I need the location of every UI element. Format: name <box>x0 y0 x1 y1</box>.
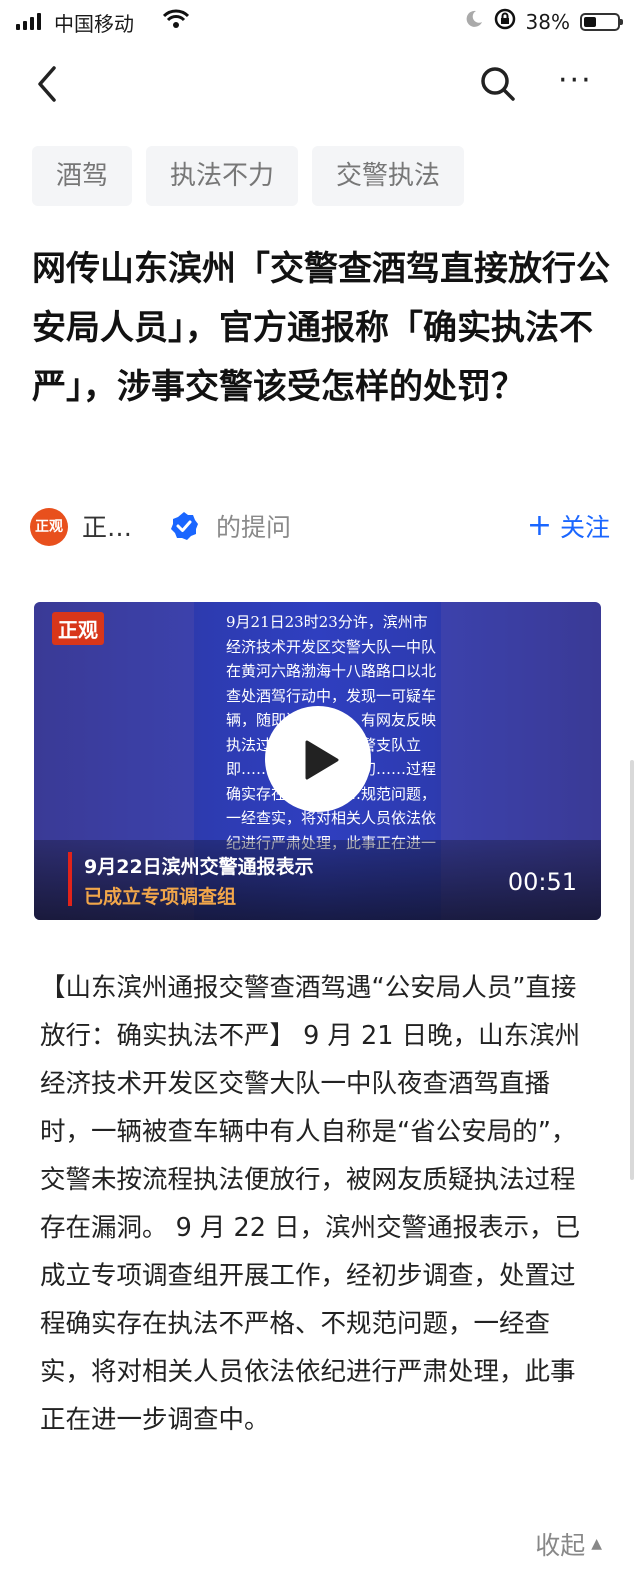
collapse-button[interactable]: 收起 ▲ <box>535 1526 602 1562</box>
video-player[interactable]: 正观 9月21日23时23分许，滨州市经济技术开发区交警大队一中队在黄河六路渤海… <box>34 602 601 920</box>
carrier-name: 中国移动 <box>54 12 134 36</box>
follow-button[interactable]: + 关注 <box>527 508 610 544</box>
video-caption-line2: 已成立专项调查组 <box>84 886 237 908</box>
author-name[interactable]: 正… <box>82 508 132 544</box>
battery-icon <box>580 12 623 31</box>
status-bar: 中国移动 38% <box>0 0 640 44</box>
more-options-button[interactable]: ··· <box>558 66 608 102</box>
scrollbar[interactable] <box>630 760 634 1180</box>
author-avatar[interactable]: 正观 <box>30 508 68 546</box>
topic-tag[interactable]: 执法不力 <box>146 146 299 206</box>
video-duration: 00:51 <box>507 868 577 896</box>
plus-icon: + <box>526 508 552 543</box>
nav-bar: ··· <box>0 52 640 116</box>
play-button[interactable] <box>265 706 371 812</box>
topic-tag[interactable]: 酒驾 <box>32 146 133 206</box>
search-icon <box>481 67 515 101</box>
back-button[interactable] <box>30 62 70 106</box>
collapse-label: 收起 <box>535 1531 586 1560</box>
author-row: 正观 正… 的提问 + 关注 <box>30 500 610 550</box>
battery-percentage: 38% <box>525 9 570 34</box>
orientation-lock-icon <box>494 8 516 35</box>
search-button[interactable] <box>478 64 518 104</box>
question-description: 【山东滨州通报交警查酒驾遇“公安局人员”直接放行：确实执法不严】 9 月 21 … <box>40 973 581 1435</box>
asked-label: 的提问 <box>216 513 292 542</box>
topic-tag[interactable]: 交警执法 <box>312 146 465 206</box>
verified-badge-icon <box>168 510 200 542</box>
video-caption-line1: 9月22日滨州交警通报表示 <box>84 856 314 878</box>
question-title: 网传山东滨州「交警查酒驾直接放行公安局人员」，官方通报称「确实执法不严」，涉事交… <box>32 249 610 407</box>
signal-icon <box>16 12 41 30</box>
do-not-disturb-icon <box>464 9 484 34</box>
follow-label: 关注 <box>559 513 610 542</box>
topic-tags: 酒驾 执法不力 交警执法 <box>32 146 465 206</box>
video-channel-logo: 正观 <box>52 612 104 645</box>
caret-up-icon: ▲ <box>591 1536 602 1552</box>
wifi-icon <box>162 8 190 35</box>
play-icon <box>305 740 339 780</box>
